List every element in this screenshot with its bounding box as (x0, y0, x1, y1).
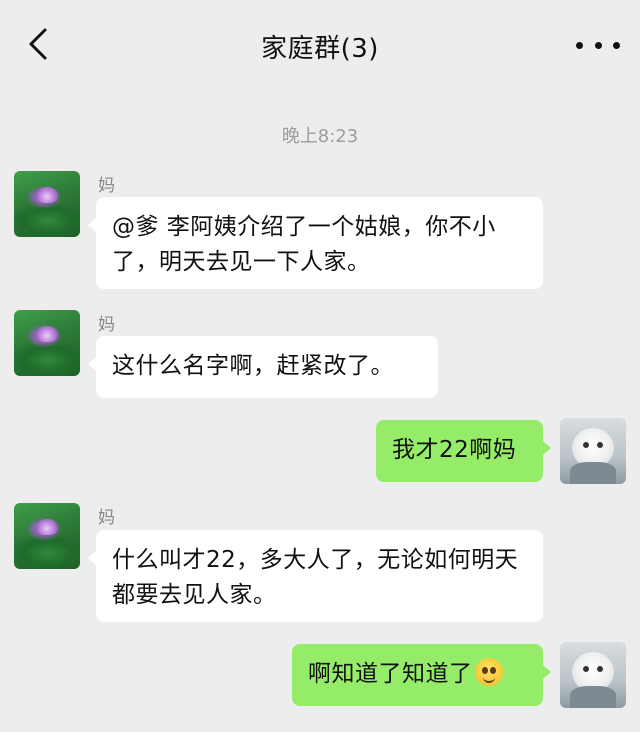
message-bubble-outgoing[interactable]: 我才22啊妈 (376, 420, 551, 482)
message-bubble-incoming[interactable]: 这什么名字啊，赶紧改了。 (88, 336, 438, 398)
avatar-mom[interactable] (14, 171, 80, 237)
chat-title: 家庭群(3) (261, 34, 379, 64)
chat-header: 家庭群(3) (0, 0, 640, 92)
avatar-me[interactable] (560, 418, 626, 484)
sender-name: 妈 (98, 508, 115, 528)
more-dots-icon (576, 41, 583, 49)
flushed-smile-emoji-icon (474, 658, 503, 686)
message-bubble-outgoing[interactable]: 啊知道了知道了 (292, 644, 551, 706)
avatar-mom[interactable] (14, 310, 80, 376)
message-timestamp: 晚上8:23 (281, 126, 359, 147)
message-bubble-incoming[interactable]: @爹 李阿姨介绍了一个姑娘，你不小了，明天去见一下人家。 (88, 197, 543, 289)
sender-name: 妈 (98, 176, 115, 196)
message-bubble-incoming[interactable]: 什么叫才22，多大人了，无论如何明天都要去见人家。 (88, 530, 543, 622)
more-options-button[interactable] (576, 30, 620, 60)
avatar-me[interactable] (560, 642, 626, 708)
message-text: 啊知道了知道了 (308, 661, 473, 687)
sender-name: 妈 (98, 315, 115, 335)
avatar-mom[interactable] (14, 503, 80, 569)
